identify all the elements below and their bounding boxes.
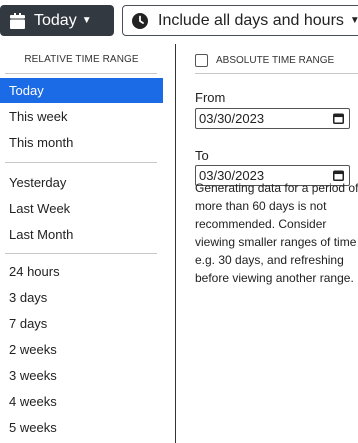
range-warning-note: Generating data for a period of more tha… <box>195 181 358 285</box>
range-item-2-weeks[interactable]: 2 weeks <box>0 337 163 362</box>
range-item-last-week[interactable]: Last Week <box>0 196 163 221</box>
range-item-5-weeks[interactable]: 5 weeks <box>0 415 163 440</box>
today-button-label: Today <box>34 11 77 29</box>
clock-icon <box>132 12 148 29</box>
relative-heading: RELATIVE TIME RANGE <box>24 54 139 65</box>
range-item-today[interactable]: Today <box>0 78 163 103</box>
range-item-this-week[interactable]: This week <box>0 104 163 129</box>
today-dropdown-button[interactable]: Today ▼ <box>0 5 114 36</box>
divider <box>5 253 157 254</box>
range-item-24-hours[interactable]: 24 hours <box>0 259 163 284</box>
range-item-this-month[interactable]: This month <box>0 130 163 155</box>
absolute-time-range: ABSOLUTE TIME RANGE From 03/30/2023 To 0… <box>186 40 358 443</box>
absolute-range-checkbox[interactable] <box>195 54 208 67</box>
absolute-range-toggle[interactable]: ABSOLUTE TIME RANGE <box>195 54 334 67</box>
vertical-divider <box>175 44 176 443</box>
divider <box>195 73 358 74</box>
time-range-panel: RELATIVE TIME RANGE Today This week This… <box>0 40 358 443</box>
toolbar: Today ▼ Include all days and hours ▼ <box>0 0 358 40</box>
range-item-yesterday[interactable]: Yesterday <box>0 170 163 195</box>
range-item-4-weeks[interactable]: 4 weeks <box>0 389 163 414</box>
from-date-value: 03/30/2023 <box>199 111 265 126</box>
divider <box>5 162 157 163</box>
calendar-icon <box>10 12 25 29</box>
range-item-7-days[interactable]: 7 days <box>0 311 163 336</box>
range-item-3-weeks[interactable]: 3 weeks <box>0 363 163 388</box>
calendar-picker-icon[interactable] <box>333 113 344 124</box>
to-label: To <box>195 148 209 163</box>
include-button-label: Include all days and hours <box>158 11 344 29</box>
range-item-3-days[interactable]: 3 days <box>0 285 163 310</box>
absolute-range-label: ABSOLUTE TIME RANGE <box>216 55 335 66</box>
from-label: From <box>195 90 226 105</box>
caret-down-icon: ▼ <box>349 15 358 26</box>
relative-time-range: RELATIVE TIME RANGE Today This week This… <box>0 40 163 443</box>
from-date-input[interactable]: 03/30/2023 <box>195 108 350 129</box>
caret-down-icon: ▼ <box>81 15 92 26</box>
divider <box>5 73 157 74</box>
range-item-last-month[interactable]: Last Month <box>0 222 163 247</box>
include-days-hours-dropdown[interactable]: Include all days and hours ▼ <box>122 5 358 36</box>
